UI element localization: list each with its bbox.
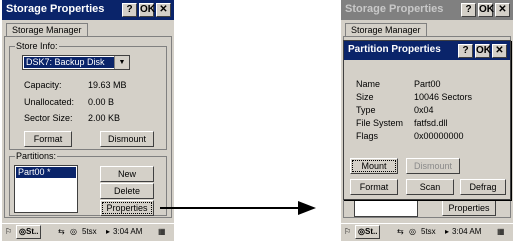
partition-item[interactable]: Part00 * bbox=[16, 167, 76, 178]
partitions-list bbox=[354, 200, 418, 217]
prop-value-name: Part00 bbox=[414, 79, 441, 89]
partition-properties-dialog: Partition Properties ? OK ✕ Name Part00 … bbox=[343, 40, 511, 200]
properties-button: Properties bbox=[442, 200, 496, 216]
arrow-connector bbox=[160, 201, 316, 215]
format-button[interactable]: Format bbox=[350, 179, 398, 195]
close-button[interactable]: ✕ bbox=[495, 3, 510, 17]
start-label: St.. bbox=[364, 227, 378, 236]
dialog-title: Partition Properties bbox=[348, 44, 441, 55]
help-button[interactable]: ? bbox=[122, 3, 137, 17]
start-label: St.. bbox=[25, 227, 39, 236]
capacity-value: 19.63 MB bbox=[88, 80, 127, 90]
mount-button[interactable]: Mount bbox=[350, 158, 398, 174]
dismount-button[interactable]: Dismount bbox=[100, 131, 154, 147]
title-bar: Storage Properties ? OK ✕ bbox=[2, 0, 174, 20]
storage-properties-window-behind: Storage Properties ? OK ✕ Storage Manage… bbox=[341, 0, 513, 241]
prop-label-name: Name bbox=[356, 79, 381, 89]
network-icon[interactable]: ⇆ bbox=[58, 227, 65, 236]
start-button[interactable]: ◎St.. bbox=[355, 225, 381, 239]
clock: 3:04 AM bbox=[452, 227, 482, 236]
globe-icon: ◎ bbox=[70, 227, 77, 236]
store-info-label: Store Info: bbox=[15, 41, 59, 51]
tab-storage-manager[interactable]: Storage Manager bbox=[345, 23, 427, 37]
close-button[interactable]: ✕ bbox=[156, 3, 171, 17]
chevron-down-icon[interactable]: ▼ bbox=[114, 56, 129, 69]
prop-label-size: Size bbox=[356, 92, 374, 102]
globe-icon: ◎ bbox=[358, 227, 365, 236]
sector-size-value: 2.00 KB bbox=[88, 113, 121, 123]
prop-value-file-system: fatfsd.dll bbox=[414, 118, 448, 128]
tab-storage-manager[interactable]: Storage Manager bbox=[6, 23, 88, 37]
prop-label-file-system: File System bbox=[356, 118, 404, 128]
windows-flag-icon[interactable]: ⚐ bbox=[5, 227, 12, 236]
partitions-label: Partitions: bbox=[15, 151, 58, 161]
partitions-group: Partitions: Part00 * New Delete Properti… bbox=[9, 151, 167, 216]
unallocated-label: Unallocated: bbox=[24, 97, 75, 107]
delete-button[interactable]: Delete bbox=[100, 183, 154, 199]
title-bar-inactive: Storage Properties ? OK ✕ bbox=[341, 0, 513, 20]
prop-value-type: 0x04 bbox=[414, 105, 434, 115]
capacity-label: Capacity: bbox=[24, 80, 62, 90]
task-tray-label[interactable]: 5tsx bbox=[421, 227, 436, 236]
defrag-button[interactable]: Defrag bbox=[460, 179, 506, 195]
help-button[interactable]: ? bbox=[458, 44, 473, 58]
scan-button[interactable]: Scan bbox=[406, 179, 454, 195]
unallocated-value: 0.00 B bbox=[88, 97, 115, 107]
globe-icon: ◎ bbox=[409, 227, 416, 236]
new-button[interactable]: New bbox=[100, 166, 154, 182]
store-selected-value: DSK7: Backup Disk bbox=[24, 57, 114, 68]
format-button[interactable]: Format bbox=[24, 131, 72, 147]
clock: 3:04 AM bbox=[113, 227, 143, 236]
desktop-icon[interactable]: ▦ bbox=[497, 227, 505, 236]
close-button[interactable]: ✕ bbox=[492, 44, 507, 58]
taskbar: ⚐ ◎St.. ⇆ ◎ 5tsx ▸ 3:04 AM ▦ bbox=[2, 223, 174, 241]
partitions-list[interactable]: Part00 * bbox=[14, 165, 78, 213]
prop-value-size: 10046 Sectors bbox=[414, 92, 473, 102]
storage-properties-window: Storage Properties ? OK ✕ Storage Manage… bbox=[2, 0, 174, 241]
start-button[interactable]: ◎St.. bbox=[16, 225, 42, 239]
arrow-icon: ▸ bbox=[445, 227, 450, 236]
taskbar: ⚐ ◎St.. ⇆ ◎ 5tsx ▸ 3:04 AM ▦ bbox=[341, 223, 513, 241]
dialog-title-bar: Partition Properties ? OK ✕ bbox=[344, 41, 510, 60]
network-icon[interactable]: ⇆ bbox=[397, 227, 404, 236]
window-title: Storage Properties bbox=[6, 3, 105, 15]
prop-value-flags: 0x00000000 bbox=[414, 131, 464, 141]
store-dropdown[interactable]: DSK7: Backup Disk ▼ bbox=[22, 55, 130, 70]
dismount-button[interactable]: Dismount bbox=[406, 158, 460, 174]
prop-label-flags: Flags bbox=[356, 131, 379, 141]
properties-button[interactable]: Properties bbox=[100, 200, 154, 216]
ok-button[interactable]: OK bbox=[478, 3, 494, 17]
desktop-icon[interactable]: ▦ bbox=[158, 227, 166, 236]
windows-flag-icon[interactable]: ⚐ bbox=[344, 227, 351, 236]
prop-label-type: Type bbox=[356, 105, 376, 115]
ok-button[interactable]: OK bbox=[139, 3, 155, 17]
tab-panel: Store Info: DSK7: Backup Disk ▼ Capacity… bbox=[4, 36, 172, 218]
store-info-group: Store Info: DSK7: Backup Disk ▼ Capacity… bbox=[9, 41, 167, 150]
ok-button[interactable]: OK bbox=[475, 44, 491, 58]
globe-icon: ◎ bbox=[19, 227, 26, 236]
help-button[interactable]: ? bbox=[461, 3, 476, 17]
window-title: Storage Properties bbox=[345, 3, 444, 15]
task-tray-label[interactable]: 5tsx bbox=[82, 227, 97, 236]
arrow-icon: ▸ bbox=[106, 227, 111, 236]
sector-size-label: Sector Size: bbox=[24, 113, 73, 123]
